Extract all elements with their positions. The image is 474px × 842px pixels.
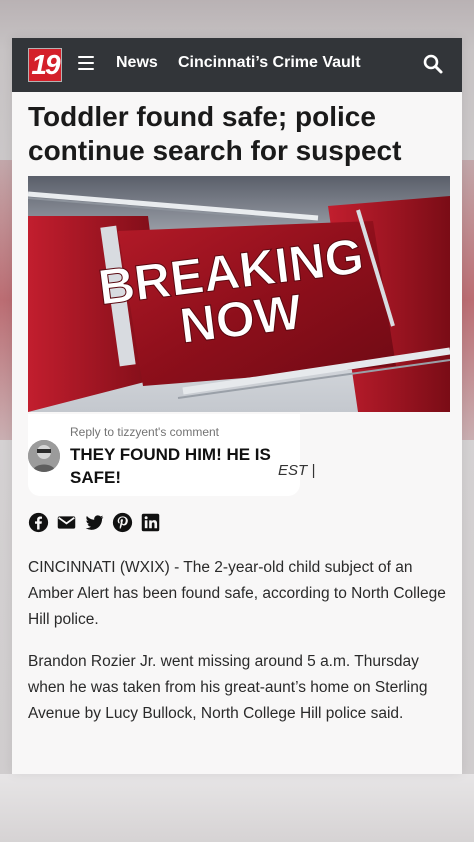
article-card: 19 News Cincinnati’s Crime Vault Toddler… bbox=[12, 38, 462, 774]
twitter-icon[interactable] bbox=[84, 512, 105, 533]
email-icon[interactable] bbox=[56, 512, 77, 533]
breaking-news-hero-image: BREAKING NOW bbox=[28, 176, 450, 412]
search-icon[interactable] bbox=[422, 53, 444, 75]
logo-number: 19 bbox=[31, 49, 60, 80]
breaking-now-graphic: BREAKING NOW bbox=[28, 176, 450, 412]
top-navbar: 19 News Cincinnati’s Crime Vault bbox=[12, 38, 462, 92]
article-paragraph-2: Brandon Rozier Jr. went missing around 5… bbox=[28, 653, 428, 722]
facebook-icon[interactable] bbox=[28, 512, 49, 533]
article-paragraph-1: CINCINNATI (WXIX) - The 2-year-old child… bbox=[28, 559, 446, 628]
reply-comment-text: THEY FOUND HIM! HE IS SAFE! bbox=[70, 445, 271, 487]
article-timestamp: EST | bbox=[278, 462, 316, 479]
background-bottom bbox=[0, 774, 474, 842]
pinterest-icon[interactable] bbox=[112, 512, 133, 533]
reply-to-label: Reply to tizzyent's comment bbox=[70, 425, 220, 439]
nav-link-news[interactable]: News bbox=[116, 54, 158, 72]
article-headline: Toddler found safe; police continue sear… bbox=[28, 101, 402, 166]
linkedin-icon[interactable] bbox=[140, 512, 161, 533]
nav-link-crime-vault[interactable]: Cincinnati’s Crime Vault bbox=[178, 54, 361, 72]
background-red-edge-right bbox=[460, 160, 474, 440]
station-logo[interactable]: 19 bbox=[28, 48, 62, 82]
share-buttons bbox=[28, 512, 161, 533]
hamburger-menu-icon[interactable] bbox=[78, 56, 94, 70]
commenter-avatar bbox=[28, 440, 60, 472]
